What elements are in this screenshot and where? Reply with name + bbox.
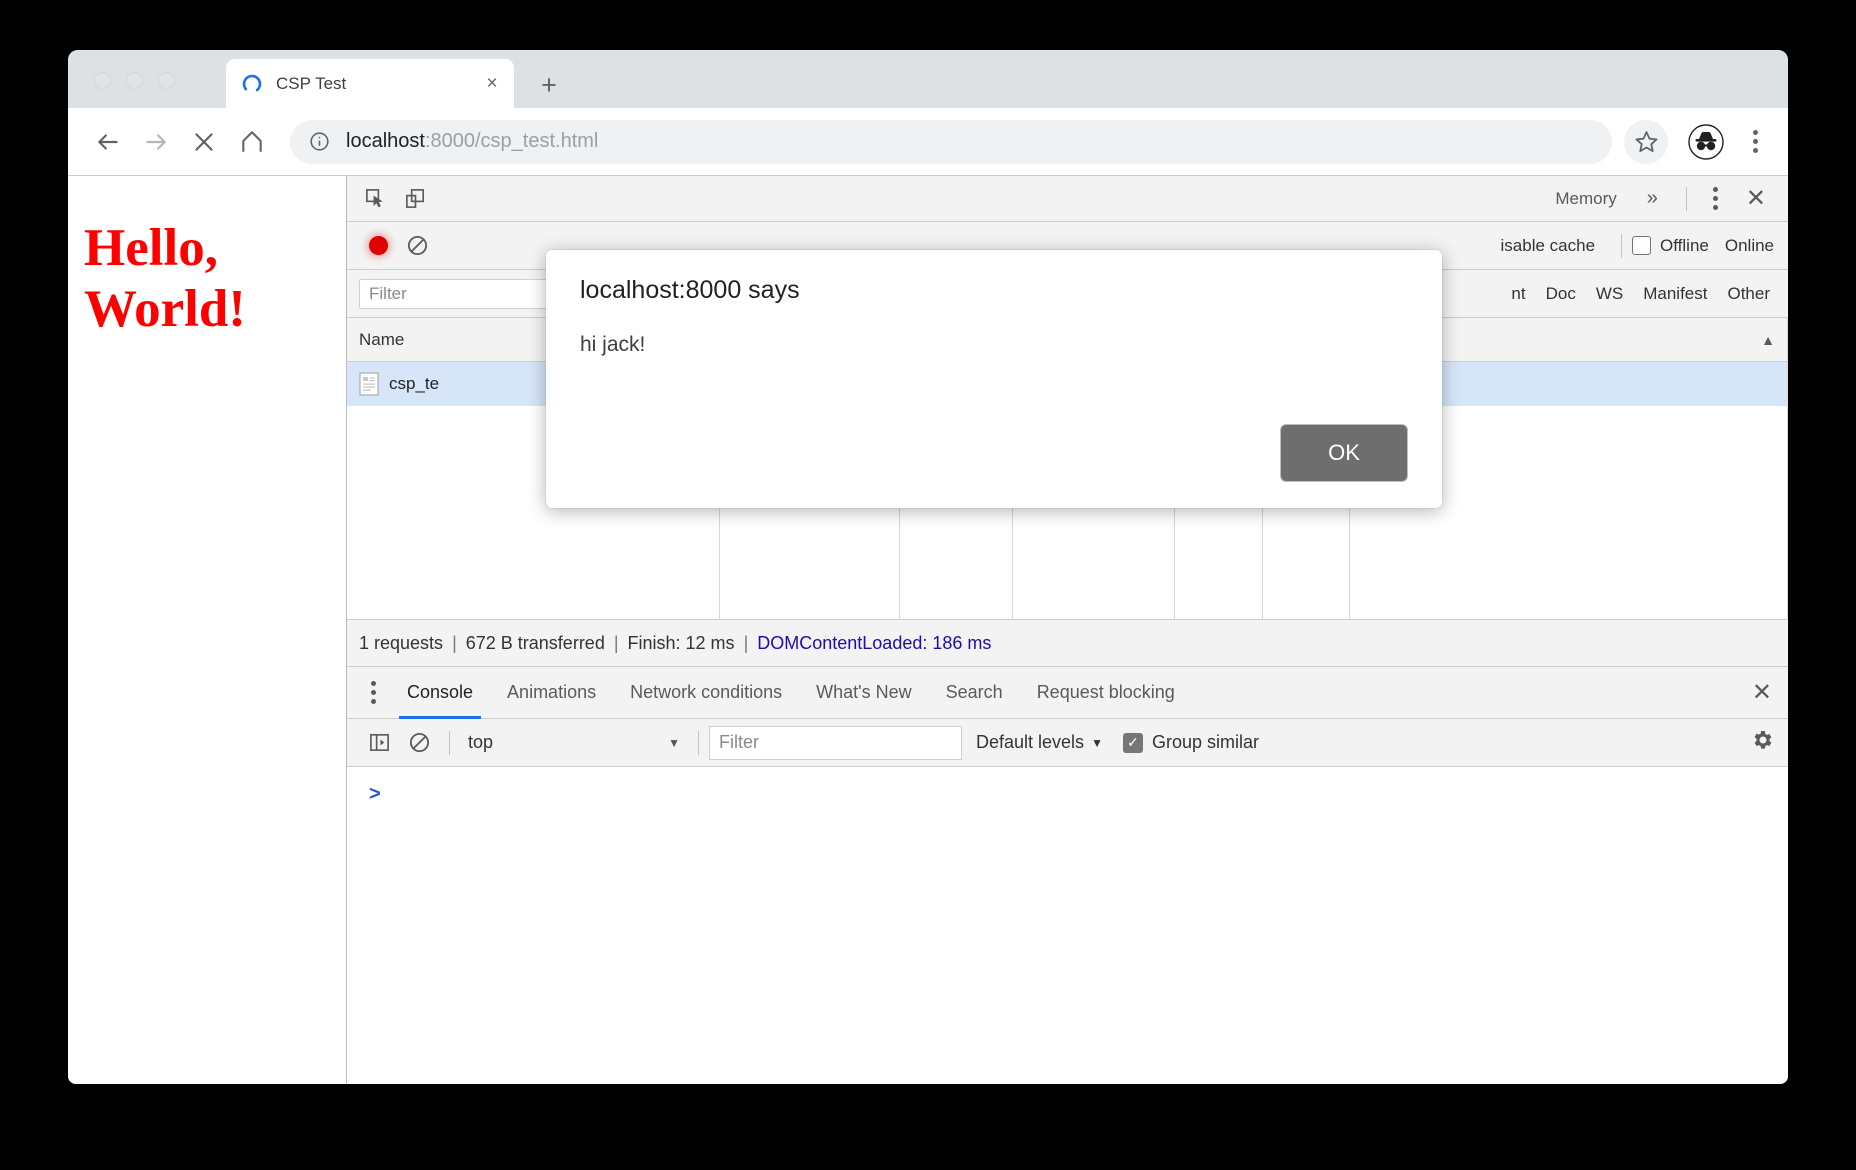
console-sidebar-icon[interactable] [359, 723, 399, 763]
tab-title: CSP Test [276, 73, 347, 93]
close-window-button[interactable] [94, 72, 111, 89]
inspect-element-icon[interactable] [355, 179, 395, 219]
record-button-icon[interactable] [359, 227, 397, 265]
dialog-message-text: hi jack! [580, 333, 646, 356]
drawer-tab-whats-new[interactable]: What's New [799, 667, 928, 719]
devtools-tabbar-right: Memory » ✕ [1543, 176, 1788, 222]
drawer-close-button[interactable]: ✕ [1736, 680, 1788, 705]
maximize-window-button[interactable] [158, 72, 175, 89]
drawer-tab-search[interactable]: Search [929, 667, 1020, 719]
url-host: localhost [346, 130, 425, 152]
toolbar-divider [1685, 186, 1687, 211]
page-content: Hello, World! [68, 176, 347, 1084]
drawer-tab-request-blocking[interactable]: Request blocking [1020, 667, 1192, 719]
console-levels-label: Default levels [976, 732, 1085, 752]
drawer-tab-network-conditions[interactable]: Network conditions [613, 667, 799, 719]
arrow-left-icon[interactable] [84, 118, 132, 166]
console-context-label: top [468, 732, 494, 752]
drawer-kebab-icon[interactable] [357, 681, 390, 704]
checkbox-icon[interactable] [1632, 236, 1652, 255]
type-filter-other[interactable]: Other [1727, 284, 1770, 304]
gear-icon[interactable] [1736, 728, 1788, 757]
status-separator: | [743, 632, 749, 653]
chevron-down-icon: ▼ [668, 735, 680, 750]
drawer-tab-animations[interactable]: Animations [490, 667, 613, 719]
browser-window: CSP Test × + localhost:8000/csp_test.htm… [68, 50, 1788, 1084]
offline-checkbox[interactable]: Offline [1632, 236, 1709, 256]
drawer-tab-console[interactable]: Console [390, 667, 490, 719]
url-path: :8000/csp_test.html [424, 130, 599, 152]
type-filter-font[interactable]: nt [1511, 284, 1525, 304]
console-filter-input[interactable]: Filter [709, 725, 962, 760]
toolbar-divider [1621, 233, 1623, 258]
browser-tab[interactable]: CSP Test × [226, 59, 514, 108]
console-output[interactable]: > [347, 767, 1788, 1084]
document-icon [359, 372, 379, 396]
home-icon[interactable] [228, 118, 276, 166]
page-title-line2: World! [84, 279, 246, 338]
network-filter-input[interactable]: Filter [359, 278, 559, 309]
status-finish: Finish: 12 ms [627, 632, 735, 653]
dialog-origin-label: localhost:8000 says [580, 276, 800, 304]
new-tab-button[interactable]: + [536, 71, 562, 98]
javascript-alert-dialog: localhost:8000 says hi jack! OK [546, 250, 1442, 508]
incognito-avatar-icon[interactable] [1688, 123, 1724, 160]
browser-toolbar: localhost:8000/csp_test.html [68, 108, 1788, 176]
device-toolbar-icon[interactable] [395, 179, 435, 219]
checkbox-checked-icon[interactable]: ✓ [1122, 732, 1143, 753]
console-levels-select[interactable]: Default levels ▼ [976, 732, 1103, 753]
loading-spinner-icon [242, 74, 262, 94]
network-toolbar-right: isable cache Offline Online [1501, 233, 1788, 258]
console-toolbar: top ▼ Filter Default levels ▼ ✓ Group si… [347, 719, 1788, 767]
devtools-tab-memory[interactable]: Memory [1543, 176, 1628, 222]
status-requests: 1 requests [359, 632, 444, 653]
devtools-close-button[interactable]: ✕ [1734, 186, 1778, 211]
status-domcontentloaded[interactable]: DOMContentLoaded: 186 ms [757, 633, 991, 654]
toolbar-divider [449, 730, 450, 755]
group-similar-label-text: Group similar [1151, 732, 1259, 752]
address-bar-url: localhost:8000/csp_test.html [346, 130, 598, 153]
address-bar[interactable]: localhost:8000/csp_test.html [290, 119, 1612, 164]
network-status-bar: 1 requests | 672 B transferred | Finish:… [347, 619, 1788, 667]
devtools-tabbar: Memory » ✕ [347, 176, 1788, 222]
tab-strip: CSP Test × + [68, 50, 1788, 108]
group-similar-checkbox[interactable]: ✓ Group similar [1122, 732, 1259, 753]
type-filter-ws[interactable]: WS [1596, 284, 1623, 304]
arrow-right-icon[interactable] [132, 118, 180, 166]
status-transferred: 672 B transferred [465, 632, 605, 653]
stop-loading-icon[interactable] [180, 118, 228, 166]
three-dot-menu-icon[interactable] [1738, 120, 1772, 164]
status-separator: | [452, 632, 457, 653]
clear-no-entry-icon[interactable] [399, 723, 439, 763]
page-title: Hello, World! [84, 218, 284, 340]
console-context-select[interactable]: top ▼ [460, 726, 688, 760]
sort-ascending-icon: ▲ [1761, 331, 1775, 348]
devtools-kebab-icon[interactable] [1701, 187, 1730, 210]
request-name-label: csp_te [389, 374, 440, 393]
window-traffic-lights [94, 72, 175, 89]
offline-label: Offline [1660, 235, 1709, 255]
status-separator: | [613, 632, 619, 653]
type-filter-manifest[interactable]: Manifest [1643, 284, 1707, 304]
disable-cache-label[interactable]: isable cache [1501, 236, 1596, 256]
network-type-filters: nt Doc WS Manifest Other [1511, 284, 1788, 304]
info-circle-icon[interactable] [308, 131, 330, 153]
console-prompt-icon: > [369, 783, 381, 805]
tab-close-button[interactable]: × [480, 72, 504, 96]
star-outline-icon[interactable] [1624, 119, 1668, 164]
clear-no-entry-icon[interactable] [397, 226, 437, 266]
more-tabs-chevron-icon[interactable]: » [1633, 187, 1672, 210]
toolbar-divider [698, 730, 699, 755]
dialog-ok-button[interactable]: OK [1280, 424, 1408, 482]
page-title-line1: Hello, [84, 219, 218, 277]
minimize-window-button[interactable] [126, 72, 143, 89]
type-filter-doc[interactable]: Doc [1546, 284, 1576, 304]
drawer-tabbar: Console Animations Network conditions Wh… [347, 667, 1788, 719]
throttling-select[interactable]: Online [1725, 236, 1774, 256]
chevron-down-icon: ▼ [1091, 735, 1103, 750]
